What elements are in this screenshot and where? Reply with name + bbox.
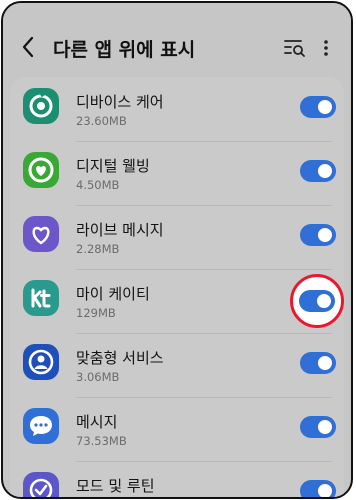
- app-size: 3.06MB: [76, 370, 120, 384]
- highlight-circle: [290, 274, 344, 328]
- toggle-knob: [316, 162, 334, 180]
- toggle-knob: [316, 482, 334, 497]
- overlay-permission-toggle-highlighted[interactable]: [299, 290, 335, 312]
- customization-service-icon: [23, 344, 59, 380]
- toggle-knob: [316, 226, 334, 244]
- modes-routines-icon: [23, 472, 59, 497]
- search-list-icon: [284, 40, 305, 57]
- toggle-knob: [316, 418, 334, 436]
- live-message-icon: [23, 216, 59, 252]
- divider: [76, 333, 332, 334]
- app-name: 마이 케이티: [76, 285, 150, 303]
- toggle-knob: [316, 354, 334, 372]
- app-row-live-message[interactable]: 라이브 메시지 2.28MB: [10, 205, 344, 269]
- toggle-knob: [316, 98, 334, 116]
- app-name: 맞춤형 서비스: [76, 349, 164, 367]
- messages-icon: [23, 408, 59, 444]
- back-button[interactable]: [17, 33, 43, 61]
- divider: [76, 205, 332, 206]
- divider: [76, 269, 332, 270]
- overlay-permission-toggle[interactable]: [300, 416, 336, 438]
- app-row-digital-wellbeing[interactable]: 디지털 웰빙 4.50MB: [10, 141, 344, 205]
- app-size: 2.28MB: [76, 242, 120, 256]
- back-arrow-icon: [22, 36, 34, 58]
- app-size: 129MB: [76, 306, 116, 320]
- app-name: 디바이스 케어: [76, 93, 164, 111]
- app-row-device-care[interactable]: 디바이스 케어 23.60MB: [10, 77, 344, 141]
- app-size: 73.53MB: [76, 434, 127, 448]
- app-size: 23.60MB: [76, 114, 127, 128]
- device-care-icon: [23, 88, 59, 124]
- search-button[interactable]: [283, 37, 307, 59]
- app-row-customization-service[interactable]: 맞춤형 서비스 3.06MB: [10, 333, 344, 397]
- app-bar: 다른 앱 위에 표시: [3, 3, 351, 75]
- page-title: 다른 앱 위에 표시: [53, 39, 196, 61]
- overlay-permission-toggle[interactable]: [300, 96, 336, 118]
- app-row-messages[interactable]: 메시지 73.53MB: [10, 397, 344, 461]
- overlay-permission-toggle[interactable]: [300, 480, 336, 497]
- app-size: 4.50MB: [76, 178, 120, 192]
- app-name: 메시지: [76, 413, 118, 431]
- overlay-permission-toggle[interactable]: [300, 224, 336, 246]
- overlay-permission-toggle[interactable]: [300, 352, 336, 374]
- app-name: 디지털 웰빙: [76, 157, 150, 175]
- digital-wellbeing-icon: [23, 152, 59, 188]
- phone-frame: 다른 앱 위에 표시 디바이스 케어 23.60MB 디지털 웰빙 4.50MB…: [1, 1, 353, 499]
- overlay-permission-toggle[interactable]: [300, 160, 336, 182]
- divider: [76, 141, 332, 142]
- toggle-knob: [315, 292, 333, 310]
- divider: [76, 461, 332, 462]
- app-name: 모드 및 루틴: [76, 477, 155, 495]
- more-options-button[interactable]: [319, 37, 333, 59]
- app-name: 라이브 메시지: [76, 221, 164, 239]
- app-row-modes-routines[interactable]: 모드 및 루틴: [10, 461, 344, 497]
- kt-icon: [23, 280, 59, 316]
- more-vertical-icon: [324, 40, 328, 56]
- divider: [76, 397, 332, 398]
